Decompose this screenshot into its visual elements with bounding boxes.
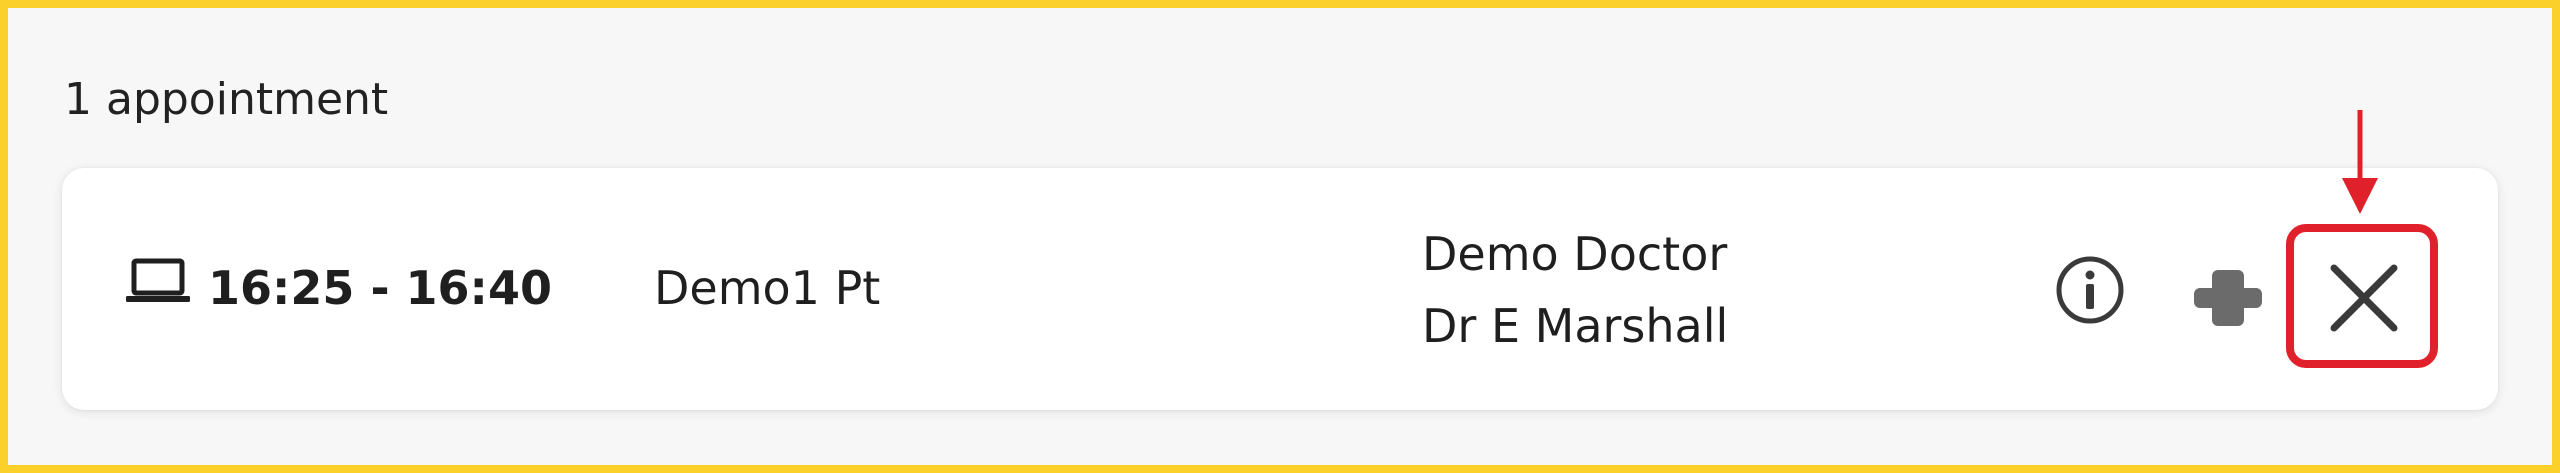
patient-name: Demo1 Pt <box>654 261 881 315</box>
appointment-count: 1 appointment <box>64 74 389 125</box>
clinic-name: Demo Doctor <box>1422 227 1728 281</box>
close-icon <box>2330 264 2398 332</box>
info-icon <box>2056 256 2124 324</box>
cancel-appointment-button[interactable] <box>2286 224 2438 368</box>
plus-icon <box>2194 270 2262 326</box>
doctor-name: Dr E Marshall <box>1422 299 1729 353</box>
info-button[interactable] <box>2054 254 2126 326</box>
appointment-time: 16:25 - 16:40 <box>208 261 552 315</box>
annotation-arrow-icon <box>2342 110 2378 214</box>
laptop-icon <box>126 258 190 302</box>
add-button[interactable] <box>2190 260 2266 336</box>
